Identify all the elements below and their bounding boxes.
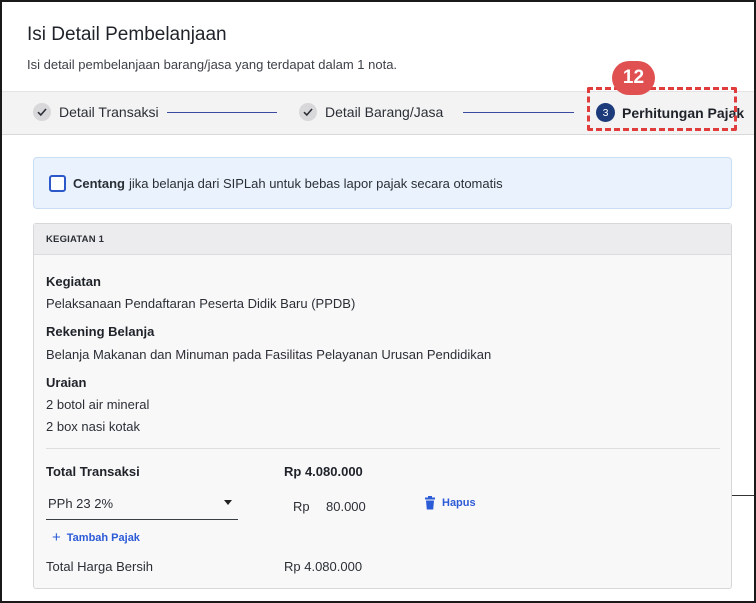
delete-tax-label: Hapus xyxy=(442,497,476,509)
step-connector xyxy=(167,112,277,113)
delete-tax-button[interactable]: Hapus xyxy=(424,496,476,510)
page-title: Isi Detail Pembelanjaan xyxy=(27,24,227,45)
uraian-label: Uraian xyxy=(46,375,87,390)
tax-type-select[interactable]: PPh 23 2% xyxy=(46,490,238,520)
step-detail-transaksi[interactable]: Detail Transaksi xyxy=(33,103,159,121)
annotation-badge: 12 xyxy=(612,61,655,95)
step-detail-barang-jasa[interactable]: Detail Barang/Jasa xyxy=(299,103,443,121)
net-price-value: Rp 4.080.000 xyxy=(284,559,363,574)
page-subtitle: Isi detail pembelanjaan barang/jasa yang… xyxy=(27,57,398,72)
notice-text: jika belanja dari SIPLah untuk bebas lap… xyxy=(129,175,503,191)
net-price-label: Total Harga Bersih xyxy=(46,559,153,574)
notice-bold-text: Centang xyxy=(73,175,125,191)
siplah-notice: Centang jika belanja dari SIPLah untuk b… xyxy=(33,157,732,209)
total-transaksi-label: Total Transaksi xyxy=(46,464,140,479)
side-connector-line xyxy=(732,495,754,496)
add-tax-button[interactable]: + Tambah Pajak xyxy=(52,530,140,545)
uraian-item: 2 box nasi kotak xyxy=(46,419,140,434)
trash-icon xyxy=(425,496,435,510)
annotation-highlight-box xyxy=(587,87,737,131)
step-label: Detail Transaksi xyxy=(59,104,159,120)
caret-down-icon xyxy=(224,500,232,505)
tax-type-value: PPh 23 2% xyxy=(48,496,114,511)
divider xyxy=(46,448,720,449)
window-frame: Isi Detail Pembelanjaan Isi detail pembe… xyxy=(0,0,756,603)
kegiatan-value: Pelaksanaan Pendaftaran Peserta Didik Ba… xyxy=(46,296,356,311)
siplah-checkbox[interactable] xyxy=(49,174,66,192)
step-connector xyxy=(463,112,574,113)
tax-currency: Rp xyxy=(293,499,310,514)
add-tax-label: Tambah Pajak xyxy=(66,531,140,544)
check-icon xyxy=(299,103,317,121)
plus-icon: + xyxy=(52,529,61,546)
rekening-label: Rekening Belanja xyxy=(46,324,155,339)
card-header: KEGIATAN 1 xyxy=(34,224,731,255)
kegiatan-label: Kegiatan xyxy=(46,274,101,289)
check-icon xyxy=(33,103,51,121)
uraian-item: 2 botol air mineral xyxy=(46,397,150,412)
rekening-value: Belanja Makanan dan Minuman pada Fasilit… xyxy=(46,347,492,362)
total-transaksi-value: Rp 4.080.000 xyxy=(284,464,363,479)
kegiatan-card: KEGIATAN 1 Kegiatan Pelaksanaan Pendafta… xyxy=(33,223,732,589)
step-label: Detail Barang/Jasa xyxy=(325,104,444,120)
tax-amount: 80.000 xyxy=(326,499,366,514)
